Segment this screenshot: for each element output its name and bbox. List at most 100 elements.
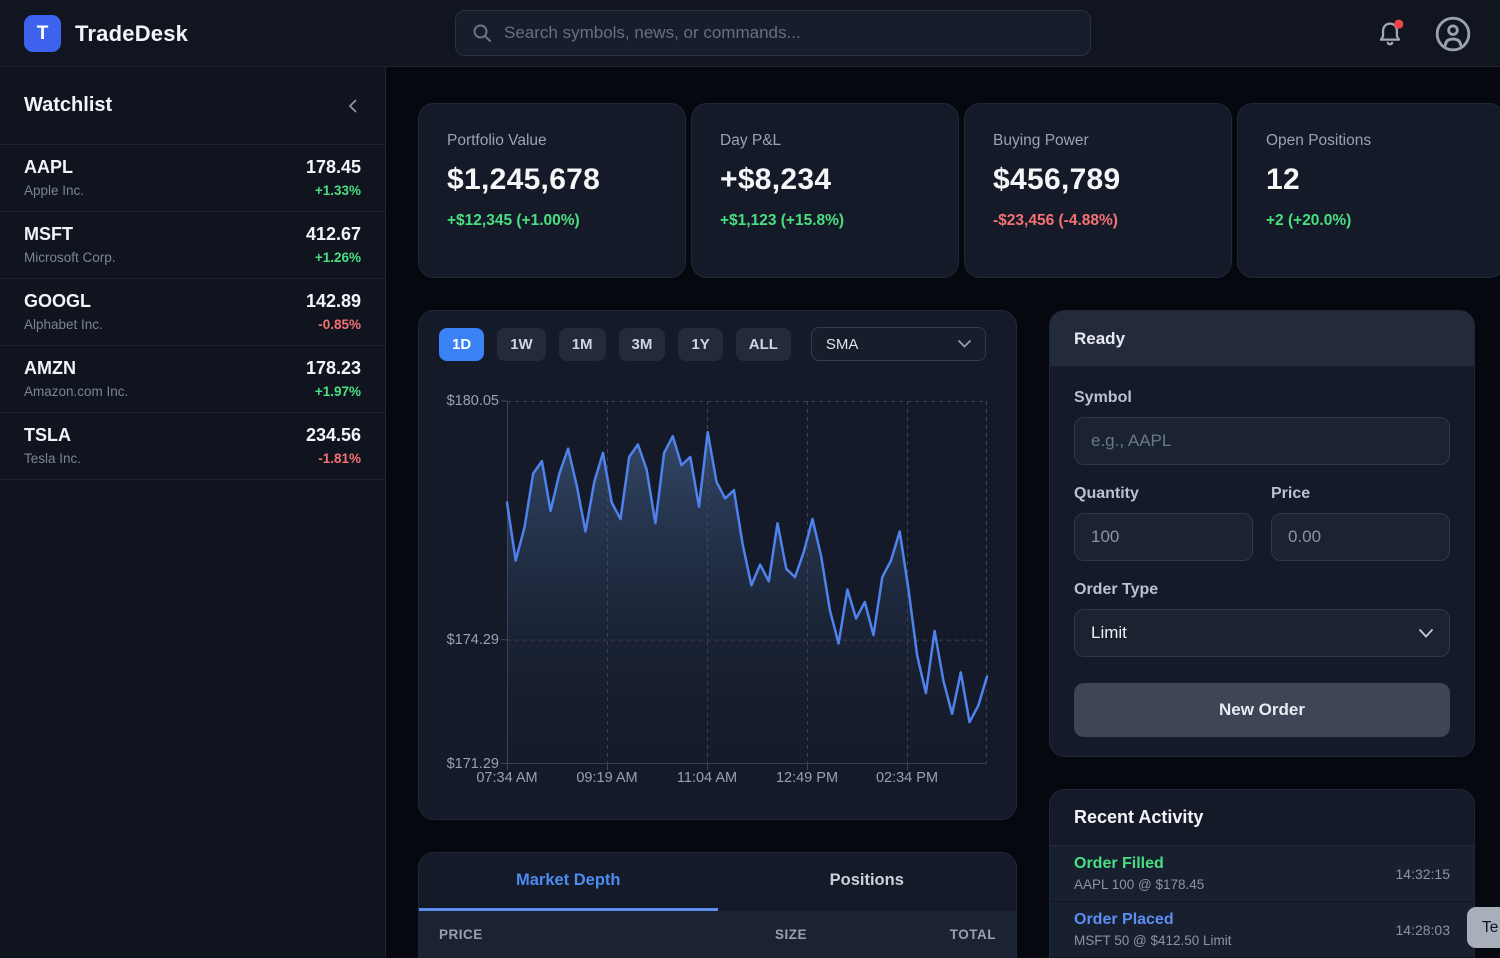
watchlist-item-quote: 412.67 +1.26% xyxy=(306,224,361,265)
chevron-down-icon xyxy=(1419,629,1433,638)
timeframe-button-1m[interactable]: 1M xyxy=(559,328,606,361)
timeframe-button-all[interactable]: ALL xyxy=(736,328,791,361)
watchlist-item-info: TSLA Tesla Inc. xyxy=(24,425,81,466)
order-type-label: Order Type xyxy=(1074,581,1450,599)
timeframe-button-1d[interactable]: 1D xyxy=(439,328,484,361)
stat-card: Day P&L+$8,234+$1,123 (+15.8%) xyxy=(691,103,959,278)
order-status-text: Ready xyxy=(1074,329,1125,349)
stat-label: Open Positions xyxy=(1266,132,1476,150)
x-axis-tick-label: 11:04 AM xyxy=(677,770,737,786)
watchlist-item-quote: 142.89-0.85% xyxy=(306,291,361,332)
watchlist-price: 412.67 xyxy=(306,224,361,245)
stat-card: Open Positions 12 +2 (+20.0%) xyxy=(1237,103,1500,278)
watchlist-price: 178.23 xyxy=(306,358,361,379)
activity-time: 14:32:15 xyxy=(1396,866,1451,882)
watchlist-item[interactable]: AMZNAmazon.com Inc. 178.23 +1.97% xyxy=(0,346,385,413)
stat-value: $1,245,678 xyxy=(447,163,657,197)
watchlist-item[interactable]: MSFT Microsoft Corp. 412.67 +1.26% xyxy=(0,212,385,279)
watchlist-change: +1.26% xyxy=(306,250,361,265)
watchlist-change: +1.97% xyxy=(306,384,361,399)
y-axis-tick-label: $180.05 xyxy=(447,393,499,409)
collapse-sidebar-chevron-left-icon[interactable] xyxy=(345,98,361,114)
stat-value: 12 xyxy=(1266,163,1476,197)
chart-svg xyxy=(507,401,987,764)
tab-positions[interactable]: Positions xyxy=(718,853,1017,911)
watchlist-symbol: AMZN xyxy=(24,358,128,379)
chart-y-axis-labels: $180.05$174.29$171.29 xyxy=(419,401,499,764)
depth-column-price: PRICE xyxy=(439,927,775,958)
order-type-value: Limit xyxy=(1091,623,1127,643)
watchlist-company-name: Tesla Inc. xyxy=(24,451,81,466)
watchlist-company-name: Apple Inc. xyxy=(24,183,84,198)
price-chart-plot[interactable] xyxy=(507,401,987,764)
watchlist-symbol: TSLA xyxy=(24,425,81,446)
watchlist-symbol: MSFT xyxy=(24,224,116,245)
watchlist-item-info: GOOGLAlphabet Inc. xyxy=(24,291,103,332)
watchlist-item[interactable]: GOOGLAlphabet Inc. 142.89-0.85% xyxy=(0,279,385,346)
activity-detail: MSFT 50 @ $412.50 Limit xyxy=(1074,933,1232,948)
price-label: Price xyxy=(1271,485,1450,503)
quantity-input[interactable] xyxy=(1074,513,1253,561)
search-icon xyxy=(472,23,492,43)
indicator-select[interactable]: SMA xyxy=(811,327,986,361)
depth-column-total: TOTAL xyxy=(906,927,996,958)
stat-label: Portfolio Value xyxy=(447,132,657,150)
order-status-header: Ready xyxy=(1050,311,1474,367)
timeframe-button-1w[interactable]: 1W xyxy=(497,328,546,361)
price-input[interactable] xyxy=(1271,513,1450,561)
new-order-button[interactable]: New Order xyxy=(1074,683,1450,737)
watchlist-sidebar: Watchlist AAPLApple Inc.178.45+1.33%MSFT… xyxy=(0,67,386,958)
recent-activity-title: Recent Activity xyxy=(1050,790,1474,846)
watchlist-price: 234.56 xyxy=(306,425,361,446)
activity-item[interactable]: Order FilledAAPL 100 @ $178.45 14:32:15 xyxy=(1050,846,1474,902)
depth-column-size: SIZE xyxy=(775,927,906,958)
timeframe-button-1y[interactable]: 1Y xyxy=(678,328,722,361)
watchlist-item-quote: 178.23 +1.97% xyxy=(306,358,361,399)
watchlist-item[interactable]: TSLA Tesla Inc. 234.56 -1.81% xyxy=(0,413,385,480)
watchlist-item[interactable]: AAPLApple Inc.178.45+1.33% xyxy=(0,145,385,212)
order-entry-panel: Ready Symbol Quantity Price Order Type L… xyxy=(1049,310,1475,757)
watchlist-price: 178.45 xyxy=(306,157,361,178)
stat-change: +$12,345 (+1.00%) xyxy=(447,212,657,230)
search-input[interactable] xyxy=(504,23,1074,43)
watchlist-change: +1.33% xyxy=(306,183,361,198)
x-axis-tick-label: 09:19 AM xyxy=(576,770,637,786)
activity-detail: AAPL 100 @ $178.45 xyxy=(1074,877,1204,892)
recent-activity-panel: Recent Activity Order FilledAAPL 100 @ $… xyxy=(1049,789,1475,958)
watchlist-title: Watchlist xyxy=(24,94,112,117)
activity-item[interactable]: Order Placed MSFT 50 @ $412.50 Limit 14:28… xyxy=(1050,902,1474,958)
activity-item-info: Order Placed MSFT 50 @ $412.50 Limit xyxy=(1074,911,1232,948)
indicator-value: SMA xyxy=(826,336,859,353)
watchlist-change: -1.81% xyxy=(306,451,361,466)
watchlist-item-quote: 178.45 +1.33% xyxy=(306,157,361,198)
user-avatar-icon[interactable] xyxy=(1434,15,1472,53)
chevron-down-icon xyxy=(958,340,971,348)
watchlist-price: 142.89 xyxy=(306,291,361,312)
stat-change: -$23,456 (-4.88%) xyxy=(993,212,1203,230)
global-search[interactable] xyxy=(455,10,1091,56)
activity-time: 14:28:03 xyxy=(1396,922,1451,938)
toast-notification[interactable]: Te xyxy=(1467,907,1500,948)
order-type-select[interactable]: Limit xyxy=(1074,609,1450,657)
notifications-bell-icon[interactable] xyxy=(1374,18,1406,50)
timeframe-button-3m[interactable]: 3M xyxy=(619,328,666,361)
tab-market-depth[interactable]: Market Depth xyxy=(419,853,718,911)
stat-change: +2 (+20.0%) xyxy=(1266,212,1476,230)
watchlist-item-info: AMZNAmazon.com Inc. xyxy=(24,358,128,399)
quantity-label: Quantity xyxy=(1074,485,1253,503)
brand: T TradeDesk xyxy=(24,0,188,67)
app-title: TradeDesk xyxy=(75,21,188,47)
watchlist-company-name: Alphabet Inc. xyxy=(24,317,103,332)
app-logo: T xyxy=(24,15,61,52)
x-axis-tick-label: 12:49 PM xyxy=(776,770,838,786)
watchlist-company-name: Microsoft Corp. xyxy=(24,250,116,265)
activity-title: Order Placed xyxy=(1074,911,1232,929)
stat-change: +$1,123 (+15.8%) xyxy=(720,212,930,230)
portfolio-stats-row: Portfolio Value $1,245,678 +$12,345 (+1.00… xyxy=(418,103,1500,278)
symbol-input[interactable] xyxy=(1074,417,1450,465)
watchlist-item-info: MSFT Microsoft Corp. xyxy=(24,224,116,265)
activity-item-info: Order FilledAAPL 100 @ $178.45 xyxy=(1074,855,1204,892)
top-navbar: T TradeDesk xyxy=(0,0,1500,67)
depth-table-header: PRICESIZETOTAL xyxy=(419,911,1016,958)
price-chart-card: 1D1W1M3M1YALL SMA Anno $180.05$174.29$17… xyxy=(418,310,1017,820)
